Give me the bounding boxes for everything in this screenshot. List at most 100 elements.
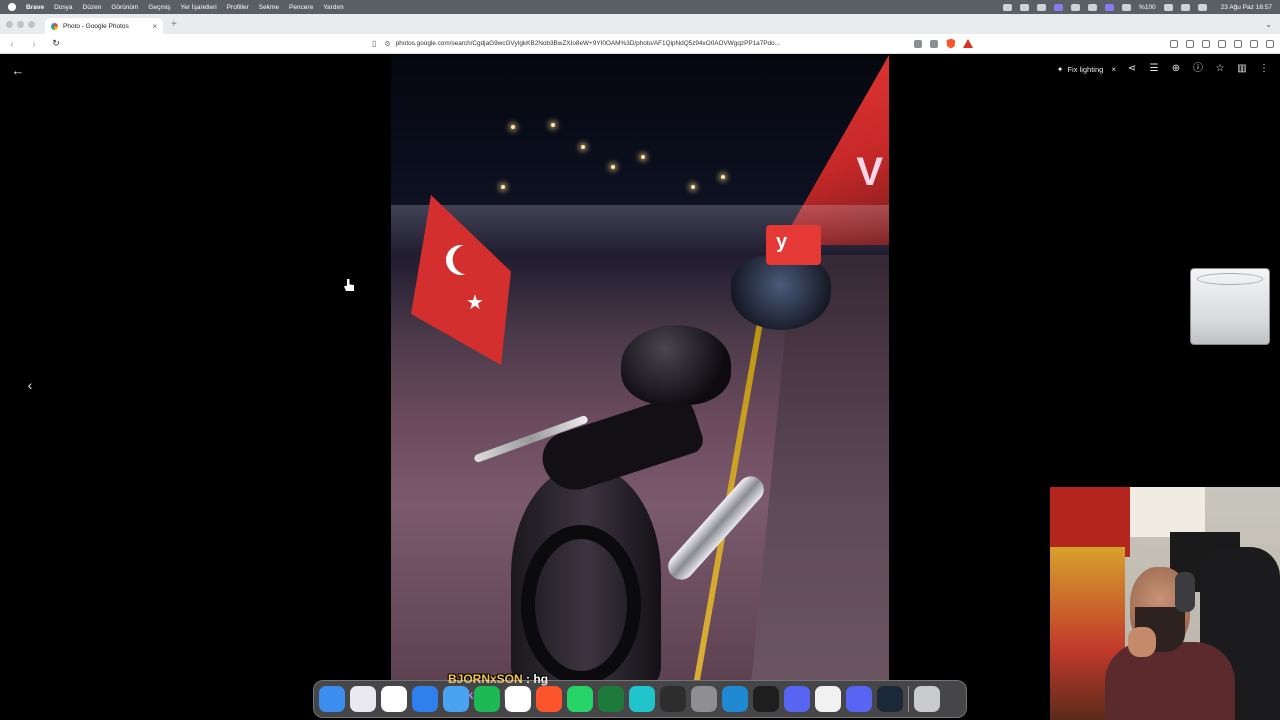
arrow-left-icon[interactable]: ← <box>10 63 26 79</box>
cast-icon[interactable] <box>930 39 939 48</box>
battery-icon[interactable] <box>1122 3 1132 11</box>
bookmark-icon[interactable]: ▯ <box>372 39 376 48</box>
tab-google-photos[interactable]: Photo - Google Photos × <box>45 18 163 34</box>
translate-icon[interactable] <box>914 39 923 48</box>
google-photos-favicon-icon <box>51 22 58 30</box>
record-icon[interactable] <box>1003 3 1013 11</box>
gamepad-icon[interactable] <box>1071 3 1081 11</box>
battery-percent: %100 <box>1139 3 1156 11</box>
viewer-actions: ✦ Fix lighting × ⋖ ☰ ⊕ ⓘ ☆ ▥ ⋮ <box>1057 63 1270 75</box>
dock-trash-icon[interactable] <box>914 686 940 712</box>
menu-bookmarks[interactable]: Yer İşaretleri <box>180 4 216 11</box>
share-icon[interactable]: ⋖ <box>1126 63 1138 75</box>
forward-nav-button[interactable]: › <box>28 39 40 49</box>
tab-strip: Photo - Google Photos × + ⌄ <box>0 14 1280 34</box>
menu-profiles[interactable]: Profiller <box>227 4 249 11</box>
dock-discord-icon[interactable] <box>784 686 810 712</box>
dock-terminal-icon[interactable] <box>753 686 779 712</box>
dock-calculator-icon[interactable] <box>691 686 717 712</box>
fix-lighting-chip[interactable]: ✦ Fix lighting × <box>1057 65 1116 74</box>
new-tab-button[interactable]: + <box>171 19 177 30</box>
warning-icon[interactable] <box>963 39 974 48</box>
menu-icon[interactable] <box>1266 39 1274 48</box>
stream-icon[interactable] <box>1054 3 1064 11</box>
mouse-pointer <box>344 279 354 291</box>
trash-icon[interactable]: ▥ <box>1236 63 1248 75</box>
dismiss-suggestion-icon[interactable]: × <box>1111 65 1116 74</box>
dock-chatgpt-icon[interactable] <box>381 686 407 712</box>
dock-canva-icon[interactable] <box>629 686 655 712</box>
info-icon[interactable]: ⓘ <box>1192 63 1204 75</box>
chat-icon[interactable] <box>1170 39 1178 48</box>
menu-app-name[interactable]: Brave <box>26 4 44 11</box>
menu-edit[interactable]: Düzen <box>83 4 102 11</box>
dock-app-green-icon[interactable] <box>598 686 624 712</box>
macos-dock <box>313 680 967 718</box>
url-text[interactable]: photos.google.com/search/CgdjaG9wcGVyIgk… <box>396 40 780 47</box>
window-icon[interactable] <box>1105 3 1115 11</box>
brave-shields-icon[interactable] <box>946 38 956 49</box>
dock-launchpad-icon[interactable] <box>350 686 376 712</box>
timer-icon[interactable] <box>1088 3 1098 11</box>
v-logo: V <box>856 150 883 194</box>
sidebar-icon[interactable] <box>1202 39 1210 48</box>
screen-icon[interactable] <box>1020 3 1030 11</box>
dock-brave-icon[interactable] <box>536 686 562 712</box>
dock-separator <box>908 686 909 712</box>
tab-close-icon[interactable]: × <box>152 22 157 31</box>
address-bar[interactable]: ⚙ photos.google.com/search/CgdjaG9wcGVyI… <box>384 37 904 51</box>
apple-icon[interactable] <box>8 3 16 11</box>
site-settings-icon[interactable]: ⚙ <box>384 40 390 48</box>
leo-icon[interactable] <box>1234 39 1242 48</box>
menu-view[interactable]: Görünüm <box>111 4 138 11</box>
menu-file[interactable]: Dosya <box>54 4 72 11</box>
dock-chrome-icon[interactable] <box>815 686 841 712</box>
menubar-clock[interactable]: 23 Ağu Paz 16:57 <box>1221 4 1272 11</box>
vpn-icon[interactable] <box>1250 39 1258 48</box>
sparkle-icon: ✦ <box>1056 64 1064 74</box>
next-photo-thumbnail[interactable] <box>1190 268 1270 345</box>
control-center-icon[interactable] <box>1197 3 1207 11</box>
dock-mail-icon[interactable] <box>443 686 469 712</box>
media-icon[interactable] <box>1186 39 1194 48</box>
tab-title: Photo - Google Photos <box>63 22 129 30</box>
fix-lighting-label: Fix lighting <box>1067 64 1104 74</box>
macos-menubar: Brave Dosya Düzen Görünüm Geçmiş Yer İşa… <box>0 0 1280 14</box>
menu-help[interactable]: Yardım <box>323 4 343 11</box>
dock-safari-icon[interactable] <box>412 686 438 712</box>
dock-calendar-icon[interactable] <box>505 686 531 712</box>
wifi-icon[interactable] <box>1163 3 1173 11</box>
main-photo[interactable]: V y ★ <box>391 55 889 680</box>
webcam-overlay <box>1050 487 1280 720</box>
dock-finder-icon[interactable] <box>319 686 345 712</box>
dock-spotify-icon[interactable] <box>474 686 500 712</box>
dock-steam-icon[interactable] <box>877 686 903 712</box>
dock-discord-ptb-icon[interactable] <box>846 686 872 712</box>
more-vert-icon[interactable]: ⋮ <box>1258 63 1270 75</box>
address-bar-extensions <box>914 38 974 49</box>
zoom-window-button[interactable] <box>28 20 35 28</box>
chevron-left-icon[interactable]: ‹ <box>22 377 38 393</box>
search-icon[interactable] <box>1180 3 1190 11</box>
star-icon[interactable]: ☆ <box>1214 63 1226 75</box>
tune-icon[interactable]: ☰ <box>1148 63 1160 75</box>
back-nav-button[interactable]: ‹ <box>6 39 18 49</box>
flag-star: ★ <box>466 292 484 314</box>
menu-tab[interactable]: Sekme <box>259 4 279 11</box>
dock-whatsapp-icon[interactable] <box>567 686 593 712</box>
browser-right-tools <box>1170 39 1274 48</box>
tab-list-chevron-icon[interactable]: ⌄ <box>1265 20 1272 29</box>
minimize-window-button[interactable] <box>17 20 24 28</box>
wallet-icon[interactable] <box>1218 39 1226 48</box>
dock-vscode-icon[interactable] <box>722 686 748 712</box>
window-controls <box>6 20 35 28</box>
dock-activity-monitor-icon[interactable] <box>660 686 686 712</box>
reload-button[interactable]: ↻ <box>50 38 62 49</box>
zoom-in-icon[interactable]: ⊕ <box>1170 63 1182 75</box>
browser-toolbar: ‹ › ↻ ▯ ⚙ photos.google.com/search/Cgdja… <box>0 34 1280 54</box>
menu-window[interactable]: Pencere <box>289 4 313 11</box>
menu-history[interactable]: Geçmiş <box>148 4 170 11</box>
cloud-icon[interactable] <box>1037 3 1047 11</box>
close-window-button[interactable] <box>6 20 13 28</box>
menubar-tray: %100 23 Ağu Paz 16:57 <box>1003 3 1272 11</box>
